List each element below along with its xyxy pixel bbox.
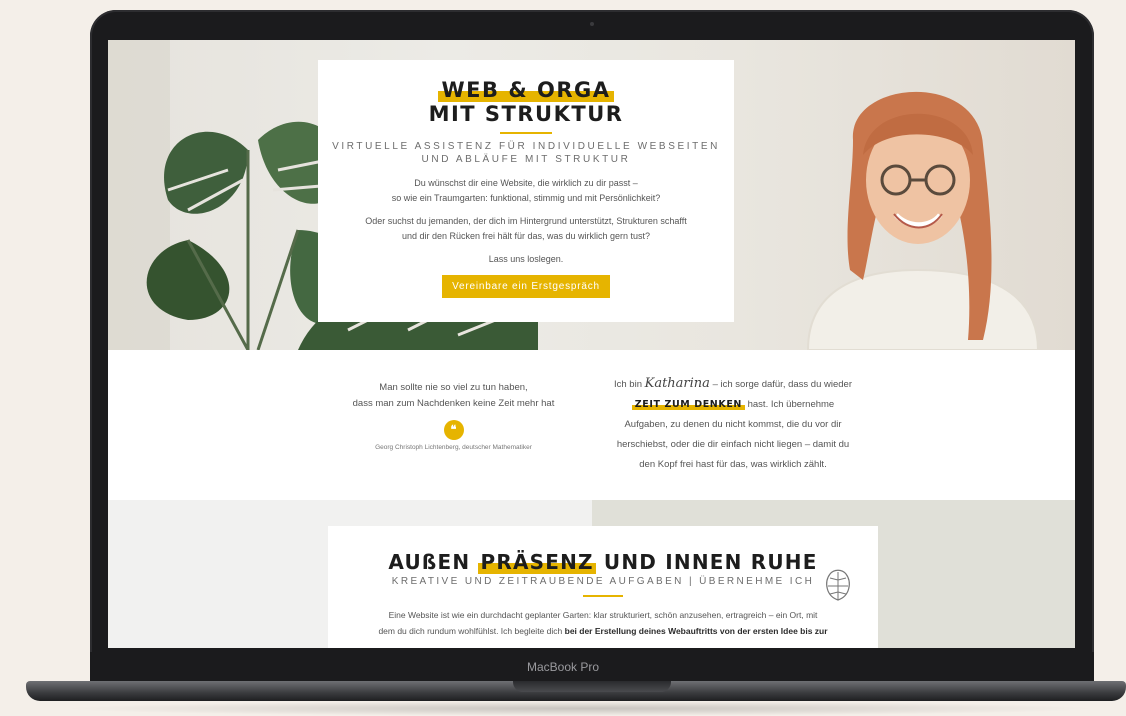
section-divider bbox=[583, 595, 623, 597]
hero-para2-line2: und dir den Rücken frei hält für das, wa… bbox=[401, 231, 651, 241]
quote-line2: dass man zum Nachdenken keine Zeit mehr … bbox=[352, 398, 555, 409]
camera-dot bbox=[590, 22, 594, 26]
quote-author: Georg Christoph Lichtenberg, deutscher M… bbox=[375, 444, 532, 451]
intro-line2-rest: hast. Ich übernehme bbox=[747, 399, 835, 410]
section-subtitle: KREATIVE UND ZEITRAUBENDE AUFGABEN | ÜBE… bbox=[391, 576, 815, 587]
cta-button[interactable]: Vereinbare ein Erstgespräch bbox=[442, 275, 610, 298]
intro-line5: den Kopf frei hast für das, was wirklich… bbox=[639, 459, 827, 470]
section-body-line2: dem du dich rundum wohlfühlst. Ich begle… bbox=[378, 626, 563, 636]
hero-subtitle-line1: VIRTUELLE ASSISTENZ FÜR INDIVIDUELLE WEB… bbox=[332, 141, 720, 152]
intro-line1-rest: – ich sorge dafür, dass du wieder bbox=[712, 379, 852, 390]
hero-divider bbox=[500, 132, 552, 134]
section-title-part2: UND INNEN RUHE bbox=[603, 550, 818, 574]
quote-line1: Man sollte nie so viel zu tun haben, bbox=[379, 382, 528, 393]
quote-icon: ❝ bbox=[443, 420, 464, 440]
hero-title-line1: WEB & ORGA bbox=[437, 78, 615, 102]
quote-block: Man sollte nie so viel zu tun haben, das… bbox=[326, 380, 581, 451]
hero-para1-line2: so wie ein Traumgarten: funktional, stim… bbox=[391, 193, 661, 203]
hero-card: WEB & ORGA MIT STRUKTUR VIRTUELLE ASSIST… bbox=[318, 60, 734, 322]
hero-subtitle: VIRTUELLE ASSISTENZ FÜR INDIVIDUELLE WEB… bbox=[318, 140, 734, 166]
section-body-line1: Eine Website ist wie ein durchdacht gepl… bbox=[388, 610, 818, 620]
hero-title-line2: MIT STRUKTUR bbox=[428, 102, 624, 126]
hero-text: Du wünschst dir eine Website, die wirkli… bbox=[318, 176, 734, 267]
intro-line3: Aufgaben, zu denen du nicht kommst, die … bbox=[624, 419, 842, 430]
intro-section: Man sollte nie so viel zu tun haben, das… bbox=[108, 350, 1075, 500]
hero-para1-line1: Du wünschst dir eine Website, die wirkli… bbox=[414, 178, 638, 188]
laptop-model-label: MacBook Pro bbox=[526, 660, 600, 674]
laptop-shadow bbox=[60, 701, 1100, 716]
monstera-leaf-icon bbox=[826, 569, 850, 601]
section-body: Eine Website ist wie ein durchdacht gepl… bbox=[328, 607, 878, 639]
section-title-highlight: PRÄSENZ bbox=[478, 550, 596, 574]
laptop-notch bbox=[513, 681, 671, 692]
signature: Katharina bbox=[644, 376, 710, 391]
section-title: AUßEN PRÄSENZ UND INNEN RUHE bbox=[328, 550, 878, 574]
hero-para2-line1: Oder suchst du jemanden, der dich im Hin… bbox=[365, 216, 687, 226]
presence-card: AUßEN PRÄSENZ UND INNEN RUHE KREATIVE UN… bbox=[328, 526, 878, 648]
highlight-keyword: ZEIT ZUM DENKEN bbox=[631, 399, 745, 410]
section-body-bold: bei der Erstellung deines Webauftritts v… bbox=[564, 626, 828, 636]
intro-prefix: Ich bin bbox=[613, 379, 642, 390]
hero-section: WEB & ORGA MIT STRUKTUR VIRTUELLE ASSIST… bbox=[108, 40, 1075, 350]
hero-para3: Lass uns loslegen. bbox=[488, 254, 564, 264]
quote-text: Man sollte nie so viel zu tun haben, das… bbox=[326, 380, 581, 412]
hero-title: WEB & ORGA MIT STRUKTUR bbox=[318, 60, 734, 126]
intro-line4: herschiebst, oder die dir einfach nicht … bbox=[616, 439, 850, 450]
intro-text: Ich bin Katharina – ich sorge dafür, das… bbox=[602, 374, 864, 475]
laptop-screen: WEB & ORGA MIT STRUKTUR VIRTUELLE ASSIST… bbox=[108, 40, 1075, 648]
section-title-part1: AUßEN bbox=[388, 550, 471, 574]
hero-subtitle-line2: UND ABLÄUFE MIT STRUKTUR bbox=[421, 154, 631, 165]
portrait-photo bbox=[806, 91, 1040, 350]
